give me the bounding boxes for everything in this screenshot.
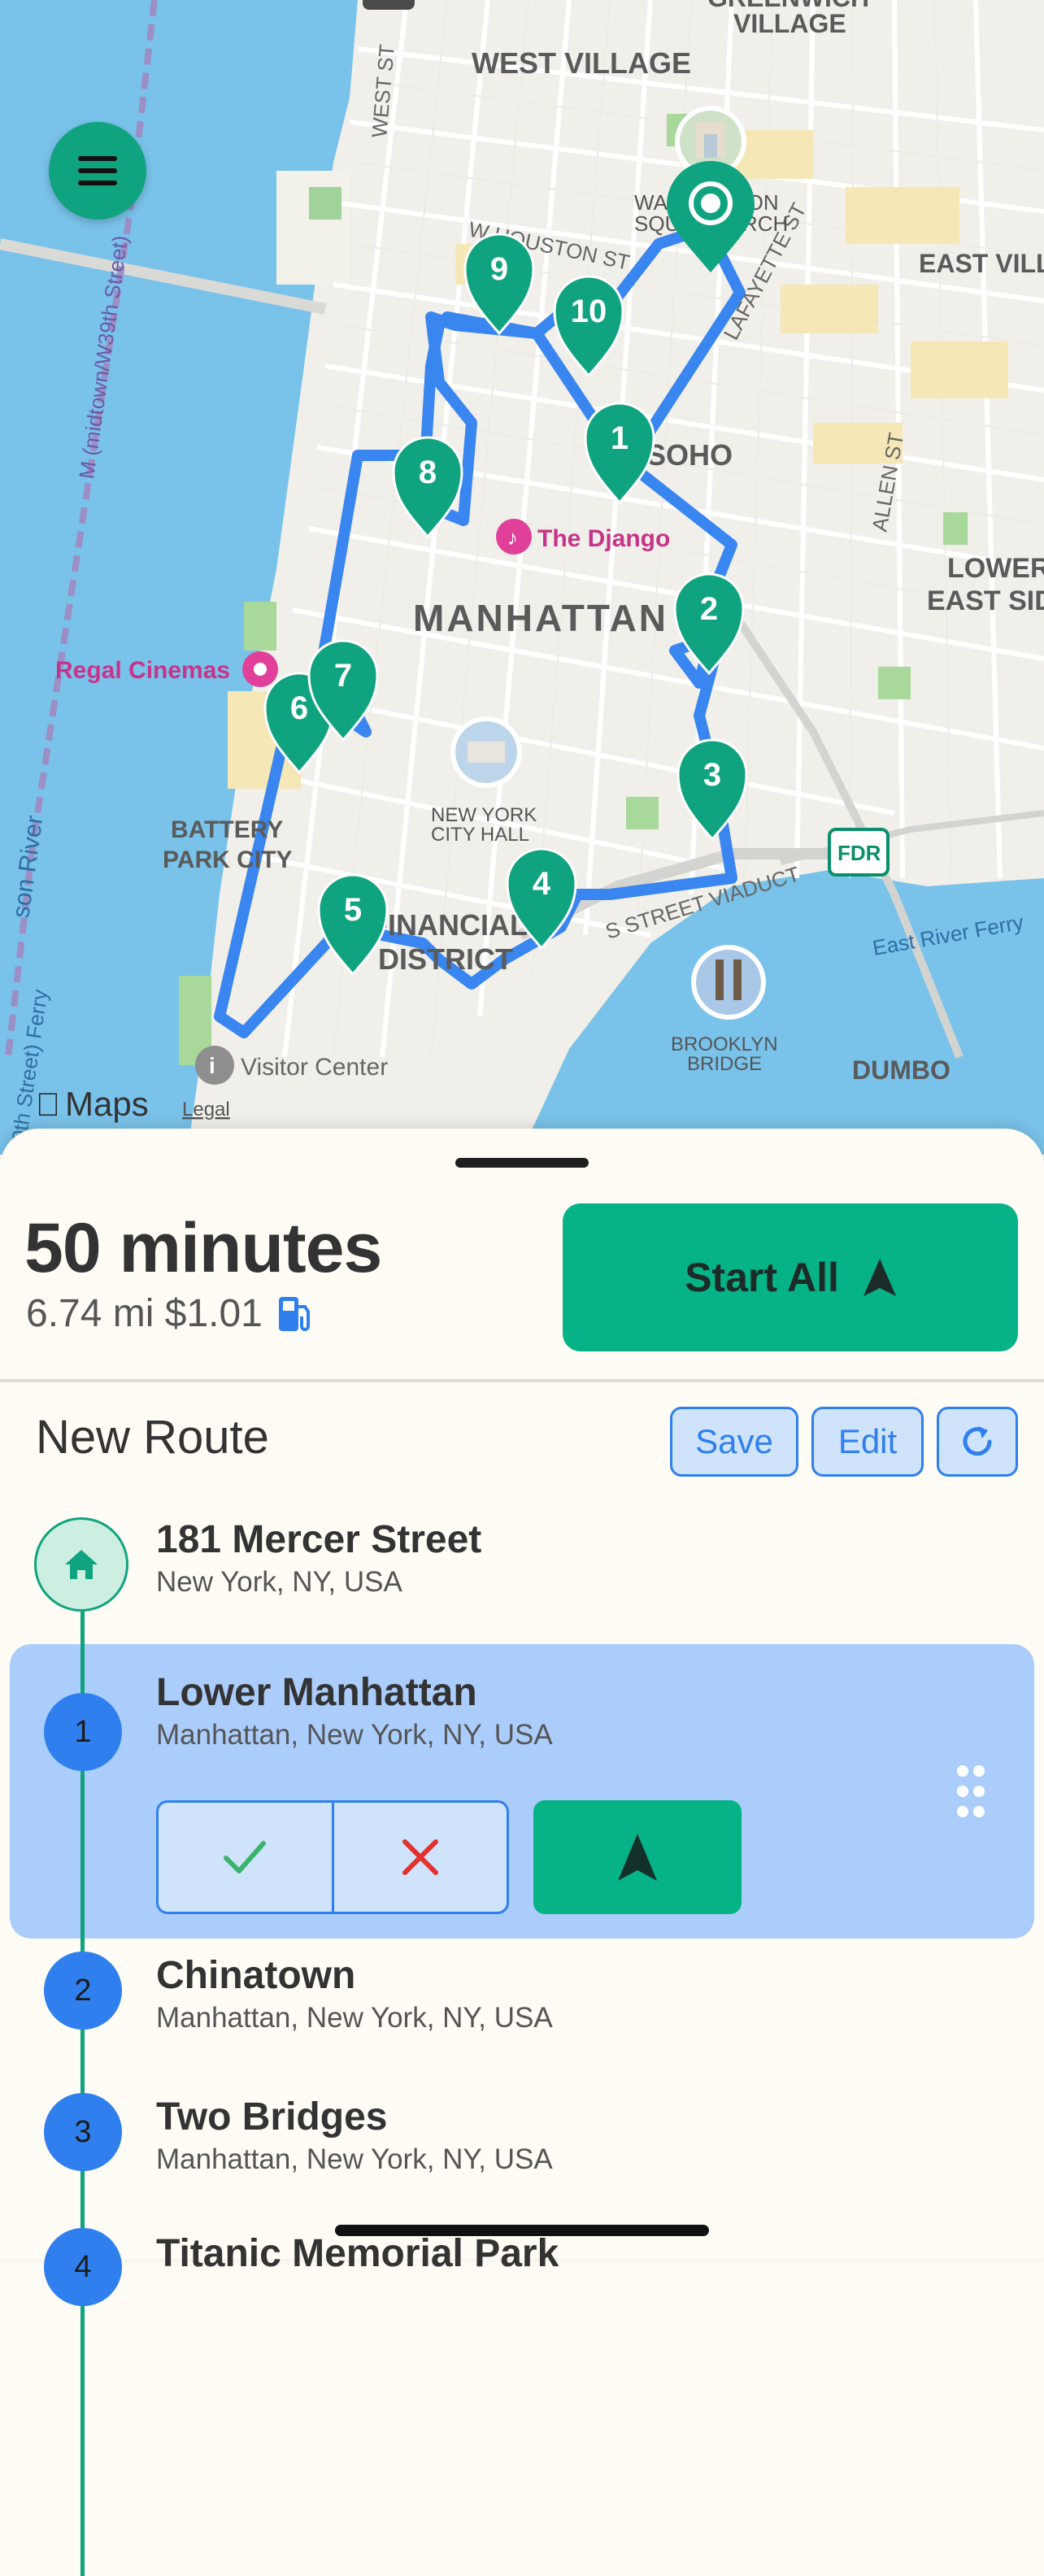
home-stop-marker <box>34 1517 128 1612</box>
fuel-icon <box>278 1296 310 1331</box>
stop-title[interactable]: 181 Mercer Street <box>156 1517 481 1562</box>
map-pin-label: 8 <box>419 455 437 490</box>
edit-button[interactable]: Edit <box>811 1407 924 1477</box>
stop-title[interactable]: Two Bridges <box>156 2095 387 2139</box>
menu-button[interactable] <box>49 122 146 220</box>
label-west-village: WEST VILLAGE <box>472 46 691 80</box>
maps-attribution:  Maps <box>36 1085 149 1123</box>
stop-title[interactable]: Lower Manhattan <box>156 1670 477 1715</box>
map-pin-label: 1 <box>611 420 629 456</box>
stop-action-segment <box>156 1800 509 1914</box>
label-financial: FINANCIAL <box>370 908 528 942</box>
refresh-button[interactable] <box>937 1407 1018 1477</box>
svg-text:Visitor Center: Visitor Center <box>241 1054 388 1081</box>
stop-number-badge: 2 <box>44 1952 122 2030</box>
menu-icon <box>78 156 117 185</box>
refresh-icon <box>963 1426 992 1456</box>
sheet-grabber[interactable] <box>455 1158 589 1168</box>
start-all-button[interactable]: Start All <box>563 1203 1018 1351</box>
save-button[interactable]: Save <box>670 1407 798 1477</box>
top-handle <box>363 0 415 10</box>
navigate-stop-button[interactable] <box>533 1800 742 1914</box>
route-distance-cost: 6.74 mi $1.01 <box>26 1291 313 1336</box>
navigation-arrow-icon <box>618 1834 657 1881</box>
svg-text:The Django: The Django <box>537 525 670 552</box>
stop-title[interactable]: Chinatown <box>156 1953 355 1998</box>
svg-text:Regal Cinemas: Regal Cinemas <box>55 657 230 684</box>
map-pin-label: 2 <box>700 591 718 627</box>
label-east-village: EAST VILL <box>919 249 1044 278</box>
legal-link[interactable]: Legal <box>182 1099 230 1120</box>
map-pin-label: 7 <box>334 658 352 694</box>
skip-stop-button[interactable] <box>334 1803 507 1912</box>
stop-address: Manhattan, New York, NY, USA <box>156 2002 553 2034</box>
label-greenwich-village: VILLAGE <box>733 9 846 38</box>
start-all-label: Start All <box>685 1255 839 1300</box>
map-pin-label: 5 <box>344 892 362 928</box>
label-district: DISTRICT <box>378 942 513 976</box>
map-pin-label: 3 <box>703 757 721 793</box>
distance-cost-text: 6.74 mi $1.01 <box>26 1292 263 1335</box>
label-battery: BATTERY <box>171 816 283 843</box>
home-indicator <box>335 2225 709 2236</box>
navigation-arrow-icon <box>863 1259 896 1296</box>
svg-text:Maps: Maps <box>65 1085 149 1123</box>
route-duration: 50 minutes <box>24 1209 382 1287</box>
svg-text:BROOKLYN: BROOKLYN <box>671 1033 778 1055</box>
svg-text:NEW YORK: NEW YORK <box>431 804 537 826</box>
svg-text::  <box>36 1087 60 1123</box>
map-pin-label: 4 <box>533 866 551 902</box>
label-park-city: PARK CITY <box>163 846 292 873</box>
home-icon <box>65 1550 98 1579</box>
stop-address: New York, NY, USA <box>156 1566 402 1598</box>
stop-address: Manhattan, New York, NY, USA <box>156 2143 553 2175</box>
map-pin-label: 6 <box>290 690 308 726</box>
drag-handle-icon[interactable] <box>955 1764 987 1818</box>
stop-number-badge: 4 <box>44 2228 122 2306</box>
stop-title[interactable]: Titanic Memorial Park <box>156 2231 559 2276</box>
map-pin-label: 9 <box>490 251 508 287</box>
label-lower: LOWER <box>947 553 1044 584</box>
label-soho: SOHO <box>646 438 733 472</box>
close-icon <box>402 1839 438 1875</box>
divider <box>0 1379 1044 1382</box>
route-timeline-selected <box>80 1644 85 1939</box>
bottom-sheet[interactable]: 50 minutes 6.74 mi $1.01 Start All New R… <box>0 1129 1044 2576</box>
svg-text:BRIDGE: BRIDGE <box>687 1053 762 1075</box>
svg-text:i: i <box>209 1053 215 1078</box>
map-pin-label: 10 <box>571 294 607 329</box>
stop-address: Manhattan, New York, NY, USA <box>156 1719 553 1751</box>
svg-text:FDR: FDR <box>837 841 881 865</box>
fdr-shield: FDR <box>828 828 890 877</box>
label-east-side: EAST SID <box>927 585 1044 616</box>
label-dumbo: DUMBO <box>852 1055 950 1085</box>
svg-text:CITY HALL: CITY HALL <box>431 824 529 846</box>
svg-text:♪: ♪ <box>507 525 518 550</box>
map-view[interactable]: WEST VILLAGE EAST VILL MANHATTAN LOWER E… <box>0 0 1044 1155</box>
stop-number-badge: 3 <box>44 2093 122 2171</box>
label-manhattan: MANHATTAN <box>413 597 668 639</box>
check-icon <box>224 1841 267 1873</box>
mark-done-button[interactable] <box>159 1803 332 1912</box>
stop-number-badge: 1 <box>44 1693 122 1771</box>
route-name: New Route <box>36 1411 269 1464</box>
